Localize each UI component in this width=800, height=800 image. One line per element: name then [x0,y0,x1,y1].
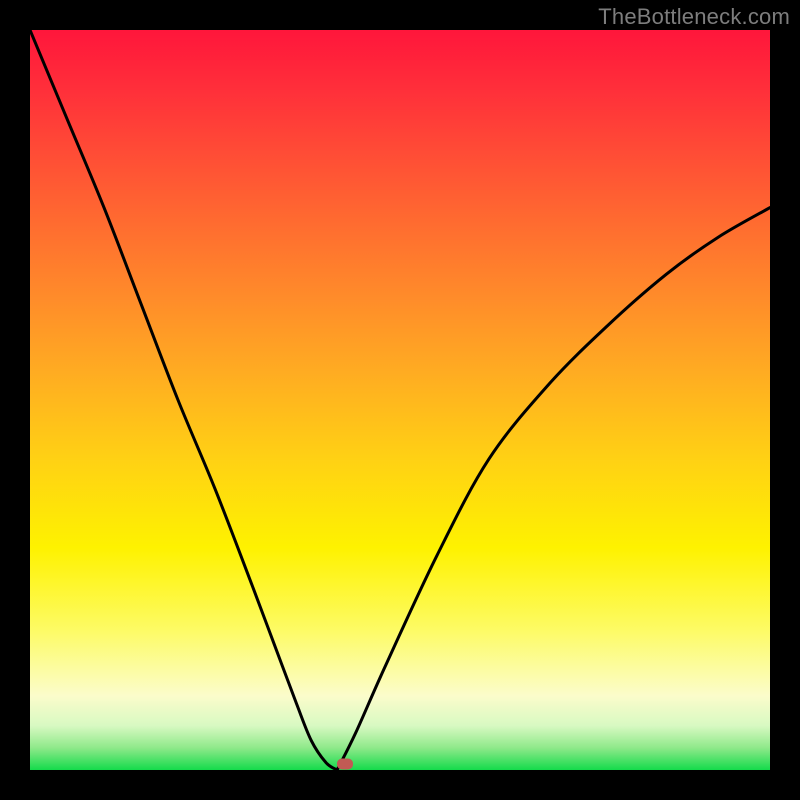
bottleneck-marker [337,759,353,770]
curve-left-branch [30,30,337,770]
chart-frame: TheBottleneck.com [0,0,800,800]
gradient-plot-area [30,30,770,770]
watermark-text: TheBottleneck.com [598,4,790,30]
bottleneck-curve [30,30,770,770]
curve-right-branch [337,208,770,770]
